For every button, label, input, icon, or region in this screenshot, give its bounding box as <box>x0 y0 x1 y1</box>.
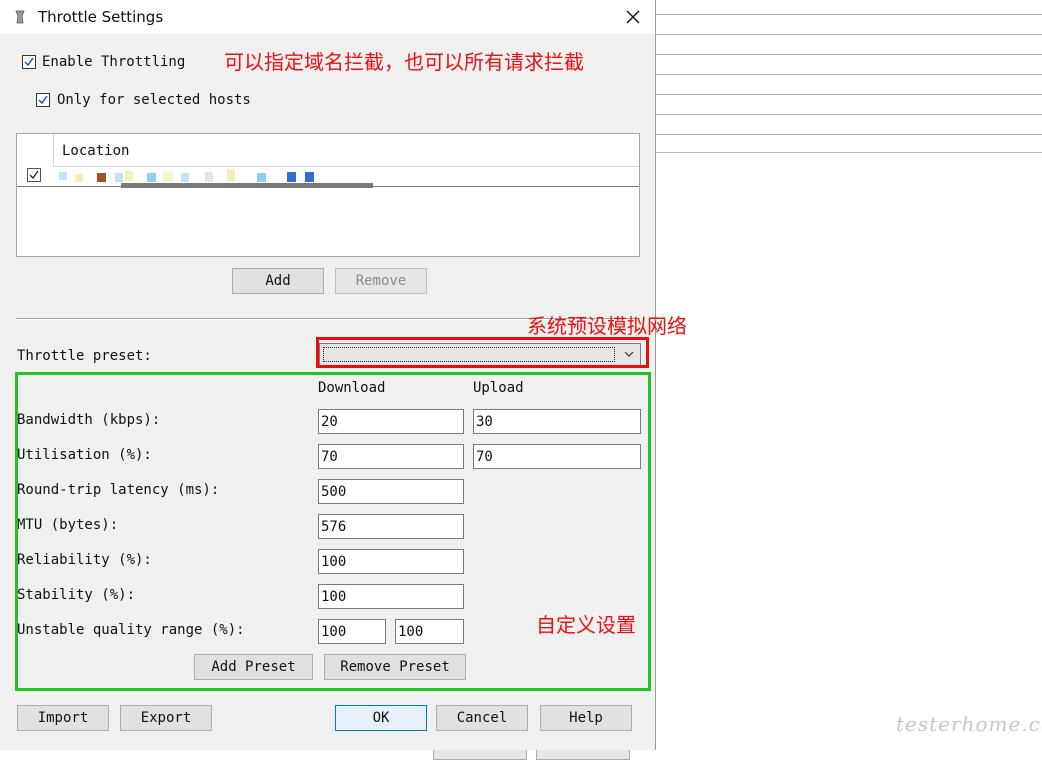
custom-annotation-text: 自定义设置 <box>536 613 636 637</box>
throttle-app-icon <box>15 10 25 24</box>
stability-label: Stability (%): <box>17 587 136 603</box>
utilisation-upload-input[interactable] <box>473 444 641 469</box>
latency-label: Round-trip latency (ms): <box>17 482 220 498</box>
window-title: Throttle Settings <box>38 8 164 26</box>
close-icon[interactable] <box>622 6 644 28</box>
bandwidth-label: Bandwidth (kbps): <box>17 412 161 428</box>
unstable-range-min-input[interactable] <box>318 619 386 644</box>
upload-column-label: Upload <box>473 380 524 396</box>
utilisation-label: Utilisation (%): <box>17 447 152 463</box>
help-button[interactable]: Help <box>540 705 632 731</box>
remove-preset-button[interactable]: Remove Preset <box>324 654 466 680</box>
background-window-lines <box>656 0 1042 160</box>
reliability-input[interactable] <box>318 549 464 574</box>
watermark: testerhome.com <box>896 712 1042 736</box>
add-preset-button[interactable]: Add Preset <box>194 654 313 680</box>
bandwidth-upload-input[interactable] <box>473 409 641 434</box>
host-enabled-checkbox[interactable] <box>27 168 41 182</box>
check-icon <box>29 170 39 180</box>
stability-input[interactable] <box>318 584 464 609</box>
table-row[interactable] <box>17 166 639 188</box>
only-selected-hosts-checkbox[interactable] <box>36 93 50 107</box>
preset-annotation-text: 系统预设模拟网络 <box>527 314 687 338</box>
check-icon <box>24 57 34 67</box>
enable-throttling-checkbox[interactable] <box>22 55 36 69</box>
export-button[interactable]: Export <box>120 705 212 731</box>
bandwidth-download-input[interactable] <box>318 409 464 434</box>
only-selected-hosts-label: Only for selected hosts <box>57 92 251 108</box>
enable-throttling-label: Enable Throttling <box>42 54 186 70</box>
mtu-input[interactable] <box>318 514 464 539</box>
throttle-preset-label: Throttle preset: <box>17 348 152 364</box>
preset-selected-value <box>323 347 615 362</box>
download-column-label: Download <box>318 380 386 396</box>
import-button[interactable]: Import <box>17 705 109 731</box>
chevron-down-icon <box>624 351 634 357</box>
utilisation-download-input[interactable] <box>318 444 464 469</box>
hosts-annotation-text: 可以指定域名拦截，也可以所有请求拦截 <box>224 50 584 74</box>
mtu-label: MTU (bytes): <box>17 517 119 533</box>
latency-input[interactable] <box>318 479 464 504</box>
throttle-preset-dropdown[interactable] <box>319 343 641 366</box>
cancel-button[interactable]: Cancel <box>436 705 528 731</box>
hosts-table[interactable]: Location <box>16 133 640 257</box>
redacted-host-location <box>57 166 373 188</box>
ok-button[interactable]: OK <box>335 705 427 731</box>
reliability-label: Reliability (%): <box>17 552 152 568</box>
add-host-button[interactable]: Add <box>232 268 324 294</box>
column-header-location[interactable]: Location <box>53 134 639 167</box>
unstable-range-label: Unstable quality range (%): <box>17 622 245 638</box>
unstable-range-max-input[interactable] <box>395 619 464 644</box>
check-icon <box>38 95 48 105</box>
remove-host-button[interactable]: Remove <box>335 268 427 294</box>
title-bar: Throttle Settings <box>0 0 655 34</box>
